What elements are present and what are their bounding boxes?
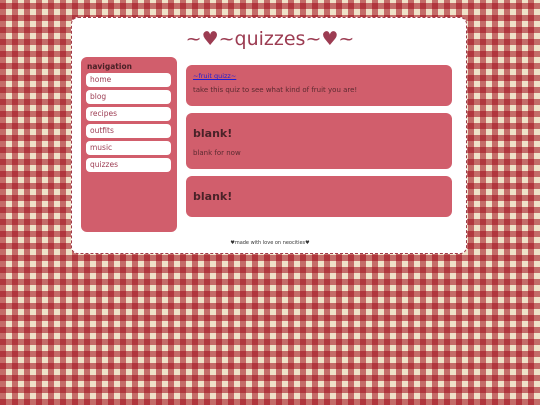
footer-credit: ♥made with love on neocities♥ [230,240,310,246]
sidebar-item-music[interactable]: music [86,141,171,155]
fruit-quiz-link[interactable]: ~fruit quizz~ [193,72,236,80]
content-panel: ~♥~quizzes~♥~ navigation home blog recip… [71,17,467,254]
sidebar-item-home[interactable]: home [86,73,171,87]
sidebar-item-blog[interactable]: blog [86,90,171,104]
nav-heading: navigation [87,62,132,71]
fruit-quiz-description: take this quiz to see what kind of fruit… [193,86,358,94]
site-title: ~♥~quizzes~♥~ [185,28,355,50]
quiz-card-fruit: ~fruit quizz~ take this quiz to see what… [186,65,452,106]
blank-card-1-text: blank for now [193,149,241,157]
blank-card-2-title: blank! [193,190,233,203]
blank-card-1: blank! blank for now [186,113,452,169]
blank-card-1-title: blank! [193,127,233,140]
sidebar-item-quizzes[interactable]: quizzes [86,158,171,172]
sidebar: navigation home blog recipes outfits mus… [81,57,177,232]
nav-list: home blog recipes outfits music quizzes [86,73,171,175]
blank-card-2: blank! [186,176,452,217]
sidebar-item-outfits[interactable]: outfits [86,124,171,138]
sidebar-item-recipes[interactable]: recipes [86,107,171,121]
